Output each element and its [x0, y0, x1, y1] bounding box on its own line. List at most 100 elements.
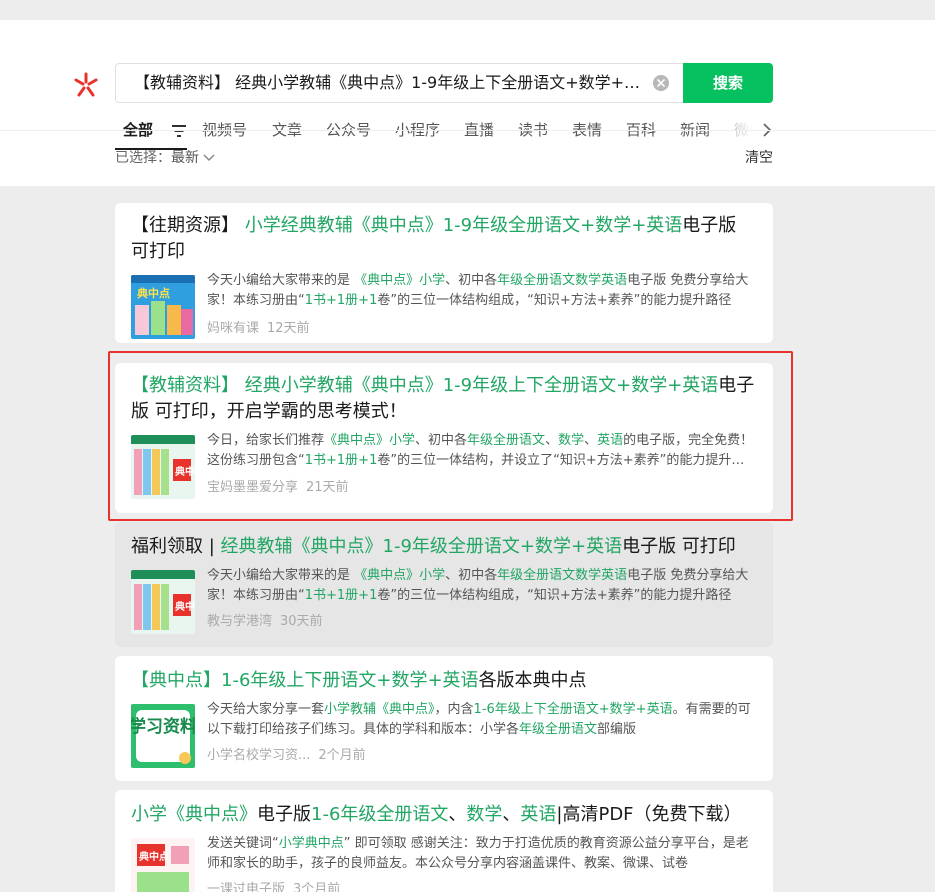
- filter-icon[interactable]: [171, 124, 187, 138]
- result-card[interactable]: 【典中点】1-6年级上下册语文+数学+英语各版本典中点 学习资料 今天给大家分享…: [115, 656, 773, 781]
- highlighted-keyword: 英语: [597, 433, 624, 448]
- result-source[interactable]: 宝妈墨墨爱分享: [207, 480, 298, 495]
- result-title[interactable]: 小学《典中点》电子版1-6年级全册语文、数学、英语|高清PDF（免费下载）: [131, 802, 759, 828]
- result-thumbnail[interactable]: 学习资料: [131, 704, 195, 768]
- result-snippet: 今天小编给大家带来的是 《典中点》小学、初中各年级全册语文数学英语电子版 免费分…: [207, 271, 757, 311]
- text-segment: 、: [584, 433, 598, 448]
- highlighted-keyword: 经典教辅《典中点》1-9年级全册语文+数学+英语: [220, 536, 623, 557]
- chevron-down-icon[interactable]: [203, 154, 215, 162]
- highlighted-keyword: 数学: [558, 433, 585, 448]
- text-segment: 卷”的三位一体结构组成，“知识+方法+素养”的能力提升路径: [377, 293, 732, 308]
- highlighted-keyword: 年级全册语文数学英语: [497, 273, 628, 288]
- highlighted-keyword: 年级全册语文: [467, 433, 546, 448]
- header-divider: [0, 130, 935, 131]
- result-time: 12天前: [267, 321, 310, 336]
- highlighted-keyword: 1书+1册+1: [304, 453, 378, 468]
- highlighted-keyword: 英语: [520, 804, 557, 825]
- text-segment: 各版本典中点: [478, 670, 587, 691]
- highlighted-keyword: 1书+1册+1: [304, 588, 378, 603]
- result-snippet: 今日，给家长们推荐《典中点》小学、初中各年级全册语文、数学、英语的电子版，完全免…: [207, 431, 757, 471]
- highlighted-keyword: 数学: [466, 804, 503, 825]
- highlighted-keyword: 《典中点》小学: [354, 273, 446, 288]
- result-source[interactable]: 妈咪有课: [207, 321, 259, 336]
- filter-summary: 已选择：最新 清空: [115, 146, 773, 170]
- result-source[interactable]: 小学名校学习资...: [207, 748, 310, 763]
- result-meta: 一课过电子版 3个月前: [207, 880, 340, 892]
- result-time: 2个月前: [318, 748, 366, 763]
- book-cover-image: 典中点: [131, 435, 195, 499]
- text-segment: 福利领取 |: [131, 536, 221, 557]
- text-segment: 、初中各: [415, 433, 468, 448]
- text-segment: 【往期资源】: [131, 215, 245, 236]
- result-thumbnail[interactable]: 典中点: [131, 435, 195, 499]
- result-snippet: 今天小编给大家带来的是 《典中点》小学、初中各年级全册语文数学英语电子版 免费分…: [207, 566, 757, 606]
- text-segment: 部编版: [597, 722, 637, 737]
- clear-filter-button[interactable]: 清空: [745, 146, 773, 170]
- highlighted-keyword: 《典中点》小学: [354, 568, 446, 583]
- search-query-text[interactable]: 【教辅资料】 经典小学教辅《典中点》1-9年级上下全册语文+数学+英语电子版 可…: [134, 64, 646, 102]
- text-segment: 今天小编给大家带来的是: [207, 273, 355, 288]
- result-thumbnail[interactable]: 典中点: [131, 838, 195, 892]
- wechat-search-logo-icon[interactable]: [72, 71, 100, 99]
- thumb-label: 学习资料: [131, 716, 195, 737]
- result-thumbnail[interactable]: 典中点: [131, 570, 195, 634]
- result-title[interactable]: 【往期资源】 小学经典教辅《典中点》1-9年级全册语文+数学+英语电子版 可打印: [131, 213, 759, 265]
- result-card[interactable]: 【教辅资料】 经典小学教辅《典中点》1-9年级上下全册语文+数学+英语电子版 可…: [115, 363, 773, 513]
- book-cover-image: 典中点: [131, 838, 195, 892]
- result-snippet: 今天给大家分享一套小学教辅《典中点》，内含1-6年级上下全册语文+数学+英语。有…: [207, 700, 757, 740]
- text-segment: 今日，给家长们推荐: [207, 433, 325, 448]
- highlighted-keyword: 年级全册语文: [519, 722, 598, 737]
- selected-filter-value[interactable]: 最新: [171, 150, 199, 166]
- result-source[interactable]: 一课过电子版: [207, 882, 285, 892]
- result-snippet: 发送关键词“小学典中点” 即可领取 感谢关注：致力于打造优质的教育资源公益分享平…: [207, 834, 757, 874]
- search-button[interactable]: 搜索: [683, 63, 773, 103]
- text-segment: 卷”的三位一体结构组成，“知识+方法+素养”的能力提升路径: [377, 588, 732, 603]
- text-segment: 、初中各: [445, 568, 498, 583]
- search-input[interactable]: 【教辅资料】 经典小学教辅《典中点》1-9年级上下全册语文+数学+英语电子版 可…: [115, 63, 685, 103]
- text-segment: 电子版: [257, 804, 311, 825]
- result-card[interactable]: 小学《典中点》电子版1-6年级全册语文、数学、英语|高清PDF（免费下载） 典中…: [115, 790, 773, 892]
- highlighted-keyword: 小学典中点: [278, 836, 344, 851]
- result-card[interactable]: 【往期资源】 小学经典教辅《典中点》1-9年级全册语文+数学+英语电子版 可打印…: [115, 203, 773, 343]
- highlighted-keyword: 《典中点》小学: [324, 433, 416, 448]
- text-segment: 今天小编给大家带来的是: [207, 568, 355, 583]
- result-time: 30天前: [280, 614, 323, 629]
- result-time: 21天前: [306, 480, 349, 495]
- result-title[interactable]: 福利领取 | 经典教辅《典中点》1-9年级全册语文+数学+英语电子版 可打印: [131, 534, 759, 560]
- highlighted-keyword: 小学教辅《典中点》: [324, 702, 435, 717]
- result-card[interactable]: 福利领取 | 经典教辅《典中点》1-9年级全册语文+数学+英语电子版 可打印 典…: [115, 522, 773, 647]
- result-source[interactable]: 教与学港湾: [207, 614, 272, 629]
- result-time: 3个月前: [293, 882, 341, 892]
- thumb-label: 典中点: [175, 465, 195, 478]
- text-segment: 、: [545, 433, 559, 448]
- result-meta: 教与学港湾 30天前: [207, 612, 323, 632]
- text-segment: ，内含: [434, 702, 474, 717]
- book-cover-image: 典中点: [131, 275, 195, 339]
- highlighted-keyword: 1书+1册+1: [304, 293, 378, 308]
- result-title[interactable]: 【典中点】1-6年级上下册语文+数学+英语各版本典中点: [131, 668, 759, 694]
- result-thumbnail[interactable]: 典中点: [131, 275, 195, 339]
- result-title[interactable]: 【教辅资料】 经典小学教辅《典中点》1-9年级上下全册语文+数学+英语电子版 可…: [131, 373, 759, 425]
- text-segment: 、初中各: [445, 273, 498, 288]
- highlighted-keyword: 1-6年级上下全册语文+数学+英语: [473, 702, 673, 717]
- clear-search-icon[interactable]: [653, 75, 669, 91]
- text-segment: 电子版 可打印: [622, 536, 736, 557]
- result-meta: 小学名校学习资... 2个月前: [207, 746, 366, 766]
- study-material-image: 学习资料: [131, 704, 195, 768]
- text-segment: 、: [502, 804, 521, 825]
- text-segment: 发送关键词“: [207, 836, 279, 851]
- thumb-label: 典中点: [175, 600, 195, 613]
- search-page: 【教辅资料】 经典小学教辅《典中点》1-9年级上下全册语文+数学+英语电子版 可…: [0, 0, 935, 892]
- highlighted-keyword: 1-6年级全册语文: [311, 804, 449, 825]
- highlighted-keyword: 小学经典教辅《典中点》1-9年级全册语文+数学+英语: [244, 215, 683, 236]
- text-segment: 今天给大家分享一套: [207, 702, 325, 717]
- result-meta: 妈咪有课 12天前: [207, 319, 310, 339]
- highlighted-keyword: 小学《典中点》: [131, 804, 257, 825]
- highlighted-keyword: 【典中点】1-6年级上下册语文+数学+英语: [131, 670, 479, 691]
- book-cover-image: 典中点: [131, 570, 195, 634]
- selected-label: 已选择：: [115, 150, 171, 166]
- text-segment: 、: [448, 804, 467, 825]
- highlighted-keyword: 【教辅资料】 经典小学教辅《典中点》1-9年级上下全册语文+数学+英语: [131, 375, 719, 396]
- search-header: 【教辅资料】 经典小学教辅《典中点》1-9年级上下全册语文+数学+英语电子版 可…: [0, 20, 935, 186]
- text-segment: |高清PDF（免费下载）: [556, 804, 742, 825]
